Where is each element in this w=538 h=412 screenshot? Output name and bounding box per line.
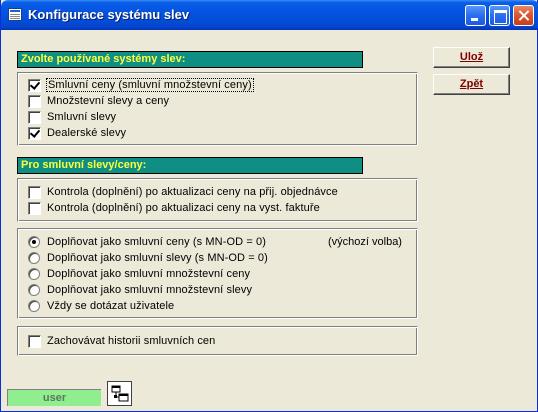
dealer-discounts-label: Dealerské slevy — [47, 127, 127, 139]
history-label: Zachovávat historii smluvních cen — [47, 335, 216, 347]
close-button[interactable] — [513, 5, 534, 26]
fill-quantity-prices-radio[interactable] — [28, 268, 40, 280]
contract-discounts-label: Smluvní slevy — [47, 111, 117, 123]
quantity-discounts-label: Množstevní slevy a ceny — [47, 95, 170, 107]
check-order-label: Kontrola (doplnění) po aktualizaci ceny … — [47, 186, 338, 198]
systems-group: Smluvní ceny (smluvní množstevní ceny) M… — [17, 72, 418, 146]
fill-contract-prices-label: Doplňovat jako smluvní ceny (s MN-OD = 0… — [47, 236, 266, 248]
systems-header: Zvolte používané systémy slev: — [17, 51, 363, 68]
default-choice-note: (výchozí volba) — [328, 236, 402, 248]
dialog-window: Konfigurace systému slev Zvolte používan… — [0, 0, 538, 412]
fill-quantity-discounts-label: Doplňovat jako smluvní množstevní slevy — [47, 284, 253, 296]
fill-contract-prices-radio[interactable] — [28, 236, 40, 248]
quantity-discounts-checkbox[interactable] — [28, 95, 41, 108]
window-title: Konfigurace systému slev — [28, 7, 190, 22]
fill-contract-discounts-label: Doplňovat jako smluvní slevy (s MN-OD = … — [47, 252, 268, 264]
contract-prices-checkbox[interactable] — [28, 79, 41, 92]
fill-mode-option-contract-prices[interactable]: Doplňovat jako smluvní ceny (s MN-OD = 0… — [28, 235, 413, 251]
contract-checks-group: Kontrola (doplnění) po aktualizaci ceny … — [17, 178, 418, 222]
history-checkbox[interactable] — [28, 335, 41, 348]
minimize-button[interactable] — [465, 5, 486, 26]
user-status: user — [7, 389, 101, 406]
fill-ask-user-label: Vždy se dotázat uživatele — [47, 300, 175, 312]
relationships-icon — [111, 385, 129, 402]
fill-quantity-prices-label: Doplňovat jako smluvní množstevní ceny — [47, 268, 251, 280]
contract-discounts-checkbox[interactable] — [28, 111, 41, 124]
form-icon — [8, 8, 22, 21]
title-bar[interactable]: Konfigurace systému slev — [1, 0, 538, 30]
fill-mode-group: Doplňovat jako smluvní ceny (s MN-OD = 0… — [17, 228, 418, 319]
back-button-label: Zpět — [459, 78, 484, 90]
history-group: Zachovávat historii smluvních cen — [17, 326, 418, 356]
back-button[interactable]: Zpět — [433, 74, 510, 95]
contract-header: Pro smluvní slevy/ceny: — [17, 157, 363, 174]
fill-contract-discounts-radio[interactable] — [28, 252, 40, 264]
relationships-tool-button[interactable] — [107, 381, 132, 406]
check-invoice-checkbox[interactable] — [28, 202, 41, 215]
contract-prices-label: Smluvní ceny (smluvní množstevní ceny) — [46, 78, 254, 92]
fill-ask-user-radio[interactable] — [28, 300, 40, 312]
dealer-discounts-checkbox[interactable] — [28, 127, 41, 140]
check-order-checkbox[interactable] — [28, 186, 41, 199]
save-button[interactable]: Ulož — [433, 47, 510, 68]
check-invoice-label: Kontrola (doplnění) po aktualizaci ceny … — [47, 202, 320, 214]
save-button-label: Ulož — [459, 51, 484, 63]
maximize-button[interactable] — [489, 5, 510, 26]
fill-quantity-discounts-radio[interactable] — [28, 284, 40, 296]
